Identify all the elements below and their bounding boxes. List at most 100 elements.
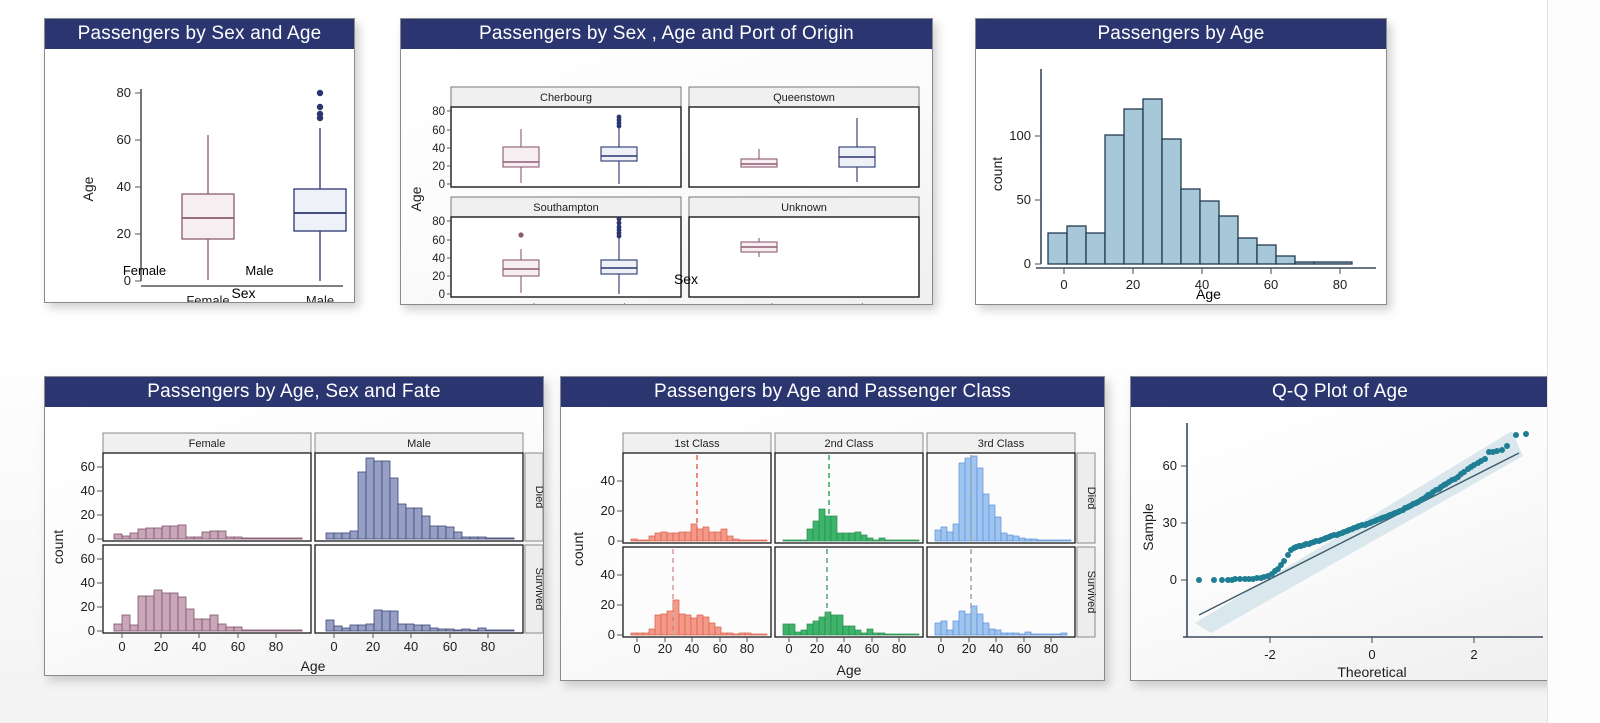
facet-strip-female: Female bbox=[102, 432, 312, 454]
svg-text:60: 60 bbox=[432, 235, 445, 247]
svg-text:40: 40 bbox=[81, 575, 95, 590]
panel-passengers-by-age-and-class[interactable]: Passengers by Age and Passenger Class 1s… bbox=[560, 376, 1105, 681]
x-ticks-female: 0 20 40 60 80 bbox=[118, 633, 283, 654]
panel-body: 0 30 60 Sample -2 0 2 Theoretical bbox=[1131, 407, 1547, 680]
histogram-age: 0 50 100 count 0 20 40 60 80 bbox=[989, 69, 1376, 292]
svg-text:1st Class: 1st Class bbox=[674, 438, 720, 450]
x-axis-label: Age bbox=[1196, 286, 1221, 302]
facet-strip-survived: Survived bbox=[524, 544, 543, 634]
y-axis-label: Sample bbox=[1140, 503, 1156, 551]
histogram-grid-age-class: 1st Class 2nd Class 3rd Class Died Survi… bbox=[570, 432, 1097, 678]
x-axis-label: Age bbox=[301, 658, 326, 674]
x-tick-labels: Female Male Female Male bbox=[499, 301, 871, 304]
svg-text:20: 20 bbox=[366, 639, 380, 654]
svg-text:Southampton: Southampton bbox=[533, 202, 598, 214]
svg-text:100: 100 bbox=[1009, 128, 1031, 143]
y-axis-label: Age bbox=[80, 176, 96, 201]
svg-text:20: 20 bbox=[117, 226, 131, 241]
svg-text:Cherbourg: Cherbourg bbox=[540, 92, 592, 104]
panel-body: 1st Class 2nd Class 3rd Class Died Survi… bbox=[561, 407, 1104, 680]
svg-text:20: 20 bbox=[432, 271, 445, 283]
y-tick-labels: 0 30 60 bbox=[1163, 458, 1187, 587]
qq-plot: 0 30 60 Sample -2 0 2 Theoretical bbox=[1140, 423, 1543, 680]
svg-text:Male: Male bbox=[843, 301, 871, 304]
svg-text:60: 60 bbox=[231, 639, 245, 654]
y-ticks-row-survived: 0 20 40 60 bbox=[81, 551, 103, 638]
svg-text:30: 30 bbox=[1163, 515, 1177, 530]
panel-title: Passengers by Age bbox=[976, 19, 1386, 49]
svg-text:60: 60 bbox=[713, 641, 727, 656]
svg-text:0: 0 bbox=[1368, 647, 1375, 662]
panel-title: Passengers by Sex , Age and Port of Orig… bbox=[401, 19, 932, 49]
svg-text:80: 80 bbox=[432, 216, 445, 228]
svg-text:0: 0 bbox=[633, 641, 640, 656]
svg-text:40: 40 bbox=[685, 641, 699, 656]
svg-text:3rd Class: 3rd Class bbox=[978, 438, 1025, 450]
x-ticks-1st: 0 20 40 60 80 bbox=[633, 637, 754, 656]
svg-text:60: 60 bbox=[1017, 641, 1031, 656]
panel-passengers-by-sex-age-port[interactable]: Passengers by Sex , Age and Port of Orig… bbox=[400, 18, 933, 305]
facet-strip-2nd-class: 2nd Class bbox=[774, 432, 924, 454]
x-axis-label: Sex bbox=[231, 285, 256, 301]
svg-text:20: 20 bbox=[810, 641, 824, 656]
dashboard-sheet: Passengers by Sex and Age 0 20 40 60 80 … bbox=[0, 0, 1547, 723]
panel-passengers-by-sex-and-age[interactable]: Passengers by Sex and Age 0 20 40 60 80 … bbox=[44, 18, 355, 303]
panel-qq-plot-of-age[interactable]: Q-Q Plot of Age 0 30 60 Sample -2 0 2 Th… bbox=[1130, 376, 1547, 681]
svg-text:60: 60 bbox=[117, 132, 131, 147]
svg-text:0: 0 bbox=[937, 641, 944, 656]
panel-title: Passengers by Age, Sex and Fate bbox=[45, 377, 543, 407]
panel-title: Passengers by Age and Passenger Class bbox=[561, 377, 1104, 407]
svg-text:80: 80 bbox=[117, 85, 131, 100]
svg-text:20: 20 bbox=[601, 597, 615, 612]
svg-text:0: 0 bbox=[118, 639, 125, 654]
svg-text:0: 0 bbox=[439, 179, 445, 191]
panel-body: 0 50 100 count 0 20 40 60 80 Age bbox=[976, 49, 1386, 304]
facet-strip-southampton: Southampton bbox=[450, 196, 682, 218]
x-tick-female: Female Male bbox=[122, 263, 274, 278]
x-tick-labels: -2 0 2 bbox=[1264, 637, 1478, 662]
svg-text:-2: -2 bbox=[1264, 647, 1276, 662]
svg-text:20: 20 bbox=[432, 161, 445, 173]
x-axis-label: Age bbox=[837, 662, 862, 678]
facet-strip-unknown: Unknown bbox=[688, 196, 920, 218]
svg-text:Female: Female bbox=[189, 438, 226, 450]
svg-text:80: 80 bbox=[269, 639, 283, 654]
svg-text:80: 80 bbox=[892, 641, 906, 656]
y-ticks-row-died: 0 20 40 60 bbox=[81, 459, 103, 546]
svg-text:40: 40 bbox=[432, 143, 445, 155]
facet-strip-cherbourg: Cherbourg bbox=[450, 86, 682, 108]
svg-text:60: 60 bbox=[443, 639, 457, 654]
box-female bbox=[181, 135, 235, 280]
box-male bbox=[293, 89, 347, 281]
histogram-grid-sex-fate: Female Male Died Survived 0 20 40 60 0 2… bbox=[50, 432, 543, 674]
svg-text:40: 40 bbox=[404, 639, 418, 654]
svg-text:40: 40 bbox=[192, 639, 206, 654]
histogram-bars bbox=[1047, 98, 1353, 265]
svg-text:0: 0 bbox=[785, 641, 792, 656]
box-plot-facet-port: Cherbourg Queenstown Southampton Unknown bbox=[408, 86, 920, 304]
svg-text:40: 40 bbox=[837, 641, 851, 656]
panel-passengers-by-age[interactable]: Passengers by Age 0 50 100 count 0 20 40… bbox=[975, 18, 1387, 305]
fit-line bbox=[1198, 452, 1520, 616]
svg-text:Survived: Survived bbox=[533, 568, 543, 611]
svg-text:Queenstown: Queenstown bbox=[773, 92, 835, 104]
svg-text:80: 80 bbox=[740, 641, 754, 656]
facet-strip-3rd-class: 3rd Class bbox=[926, 432, 1076, 454]
y-axis-label: Age bbox=[408, 186, 424, 211]
x-axis-label: Sex bbox=[673, 271, 699, 287]
svg-text:60: 60 bbox=[432, 125, 445, 137]
svg-text:40: 40 bbox=[989, 641, 1003, 656]
svg-text:40: 40 bbox=[432, 253, 445, 265]
panel-passengers-by-age-sex-fate[interactable]: Passengers by Age, Sex and Fate Female M… bbox=[44, 376, 544, 676]
svg-text:Died: Died bbox=[1085, 487, 1097, 510]
svg-text:Male: Male bbox=[605, 301, 633, 304]
facet-strip-died: Died bbox=[1076, 452, 1097, 544]
svg-text:0: 0 bbox=[608, 533, 615, 548]
svg-text:40: 40 bbox=[601, 473, 615, 488]
svg-text:0: 0 bbox=[1170, 572, 1177, 587]
y-ticks-row-survived: 0 20 40 bbox=[601, 567, 623, 642]
svg-text:80: 80 bbox=[432, 106, 445, 118]
svg-text:Female: Female bbox=[737, 301, 780, 304]
confidence-band bbox=[1195, 431, 1523, 633]
facet-strip-1st-class: 1st Class bbox=[622, 432, 772, 454]
